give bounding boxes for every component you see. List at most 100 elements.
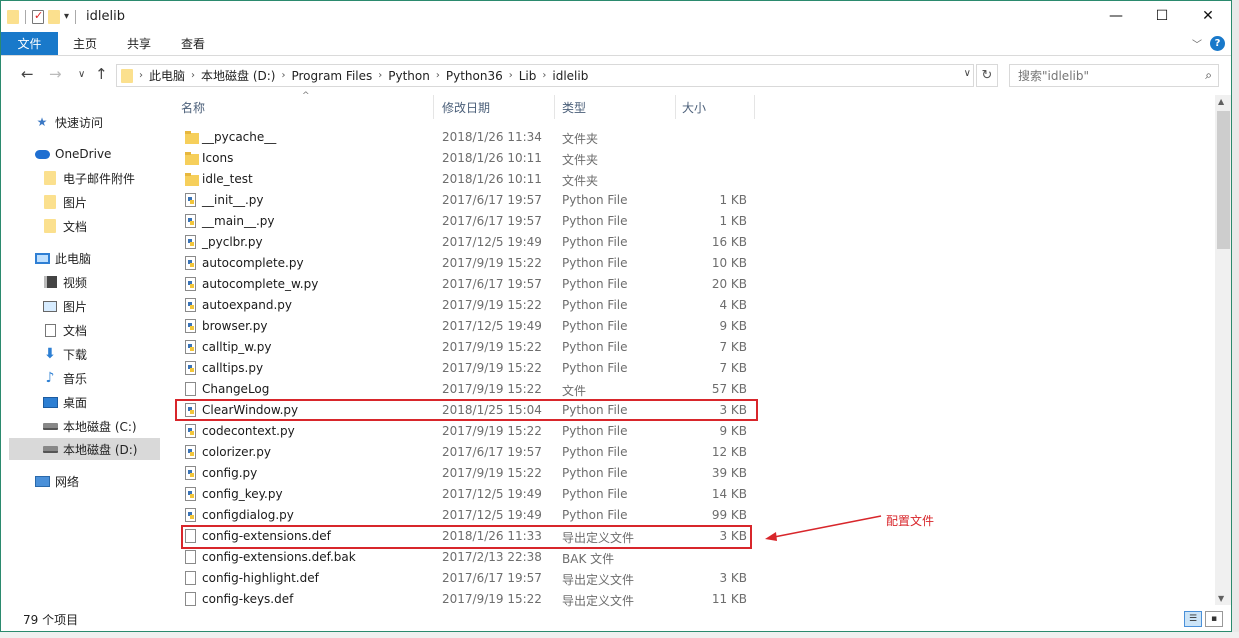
breadcrumb-drive-d[interactable]: 本地磁盘 (D:) bbox=[201, 67, 275, 84]
file-row[interactable]: configdialog.py 2017/12/5 19:49 Python Fil… bbox=[173, 505, 753, 526]
file-row[interactable]: _pyclbr.py 2017/12/5 19:49 Python File 16 K… bbox=[173, 232, 753, 253]
breadcrumb-idlelib[interactable]: idlelib bbox=[552, 69, 588, 83]
breadcrumb-python[interactable]: Python bbox=[388, 69, 430, 83]
file-row[interactable]: __pycache__ 2018/1/26 11:34 文件夹 bbox=[173, 127, 753, 148]
column-header-name[interactable]: 名称 bbox=[181, 95, 431, 119]
python-file-icon bbox=[185, 256, 196, 270]
new-folder-icon[interactable] bbox=[48, 9, 60, 24]
nav-onedrive-documents[interactable]: 文档 bbox=[42, 215, 87, 237]
file-row[interactable]: __init__.py 2017/6/17 19:57 Python File 1 K… bbox=[173, 190, 753, 211]
file-row[interactable]: autoexpand.py 2017/9/19 15:22 Python File 4… bbox=[173, 295, 753, 316]
breadcrumb-python36[interactable]: Python36 bbox=[446, 69, 503, 83]
breadcrumb-separator[interactable]: › bbox=[436, 70, 440, 81]
file-row[interactable]: Icons 2018/1/26 10:11 文件夹 bbox=[173, 148, 753, 169]
back-arrow-icon[interactable]: ← bbox=[21, 65, 34, 83]
recent-locations-icon[interactable]: ∨ bbox=[78, 69, 85, 80]
nav-music[interactable]: ♪ 音乐 bbox=[42, 367, 87, 389]
nav-email-attachments[interactable]: 电子邮件附件 bbox=[42, 167, 135, 189]
item-count: 79 个项目 bbox=[23, 612, 79, 627]
file-row[interactable]: browser.py 2017/12/5 19:49 Python File 9 KB bbox=[173, 316, 753, 337]
vertical-scrollbar[interactable]: ▲ ▼ bbox=[1215, 95, 1231, 605]
column-divider[interactable] bbox=[675, 95, 676, 119]
search-box[interactable]: ⌕ bbox=[1009, 64, 1219, 87]
nav-drive-d[interactable]: 本地磁盘 (D:) bbox=[9, 438, 160, 460]
forward-arrow-icon[interactable]: → bbox=[49, 65, 62, 83]
column-header-size[interactable]: 大小 bbox=[682, 95, 752, 119]
close-button[interactable]: ✕ bbox=[1185, 1, 1231, 31]
properties-icon[interactable] bbox=[32, 9, 44, 24]
column-divider[interactable] bbox=[554, 95, 555, 119]
tab-file[interactable]: 文件 bbox=[1, 32, 58, 55]
minimize-button[interactable]: — bbox=[1093, 1, 1139, 31]
file-type: Python File bbox=[562, 508, 628, 522]
search-icon[interactable]: ⌕ bbox=[1205, 68, 1212, 83]
up-arrow-icon[interactable]: ↑ bbox=[95, 65, 108, 83]
chevron-down-icon[interactable]: ∨ bbox=[964, 68, 971, 79]
column-divider[interactable] bbox=[754, 95, 755, 119]
nav-desktop[interactable]: 桌面 bbox=[42, 391, 87, 413]
expand-ribbon-icon[interactable]: ﹀ bbox=[1192, 36, 1202, 51]
file-row[interactable]: config_key.py 2017/12/5 19:49 Python File 1… bbox=[173, 484, 753, 505]
breadcrumb-lib[interactable]: Lib bbox=[519, 69, 537, 83]
file-row[interactable]: idle_test 2018/1/26 10:11 文件夹 bbox=[173, 169, 753, 190]
breadcrumb-program-files[interactable]: Program Files bbox=[291, 69, 372, 83]
nav-drive-c[interactable]: 本地磁盘 (C:) bbox=[42, 415, 137, 437]
file-row[interactable]: ChangeLog 2017/9/19 15:22 文件 57 KB bbox=[173, 379, 753, 400]
nav-this-pc[interactable]: 此电脑 bbox=[34, 247, 91, 269]
breadcrumb-separator[interactable]: › bbox=[378, 70, 382, 81]
column-header-type[interactable]: 类型 bbox=[562, 95, 672, 119]
address-bar[interactable]: › 此电脑 › 本地磁盘 (D:) › Program Files › Pyth… bbox=[116, 64, 974, 87]
nav-network[interactable]: 网络 bbox=[34, 470, 79, 492]
file-row[interactable]: codecontext.py 2017/9/19 15:22 Python File… bbox=[173, 421, 753, 442]
nav-videos[interactable]: 视频 bbox=[42, 271, 87, 293]
nav-documents[interactable]: 文档 bbox=[42, 319, 87, 341]
breadcrumb-separator[interactable]: › bbox=[281, 70, 285, 81]
maximize-button[interactable]: ☐ bbox=[1139, 1, 1185, 31]
file-type: Python File bbox=[562, 256, 628, 270]
breadcrumb-separator[interactable]: › bbox=[509, 70, 513, 81]
nav-pictures[interactable]: 图片 bbox=[42, 295, 87, 317]
file-list: ^ 名称 修改日期 类型 大小 __pycache__ 2018/1/26 11:… bbox=[162, 91, 1215, 608]
file-type: 导出定义文件 bbox=[562, 573, 635, 587]
large-icons-view-icon[interactable]: ▪ bbox=[1205, 611, 1223, 627]
column-divider[interactable] bbox=[433, 95, 434, 119]
nav-onedrive-pictures[interactable]: 图片 bbox=[42, 191, 87, 213]
details-view-icon[interactable]: ☰ bbox=[1184, 611, 1202, 627]
tab-home[interactable]: 主页 bbox=[58, 32, 112, 55]
file-row[interactable]: calltips.py 2017/9/19 15:22 Python File 7 K… bbox=[173, 358, 753, 379]
file-name: config_key.py bbox=[202, 487, 283, 501]
file-row[interactable]: config-extensions.def.bak 2017/2/13 22:38… bbox=[173, 547, 753, 568]
file-row[interactable]: autocomplete_w.py 2017/6/17 19:57 Python F… bbox=[173, 274, 753, 295]
file-row[interactable]: ClearWindow.py 2018/1/25 15:04 Python File… bbox=[173, 400, 753, 421]
python-file-icon bbox=[185, 445, 196, 459]
file-row[interactable]: __main__.py 2017/6/17 19:57 Python File 1 K… bbox=[173, 211, 753, 232]
file-type: BAK 文件 bbox=[562, 552, 615, 566]
breadcrumb-this-pc[interactable]: 此电脑 bbox=[149, 67, 185, 84]
nav-quick-access[interactable]: ★ 快速访问 bbox=[34, 111, 103, 133]
file-size: 14 KB bbox=[711, 487, 747, 501]
breadcrumb-separator[interactable]: › bbox=[139, 70, 143, 81]
nav-downloads[interactable]: ⬇ 下载 bbox=[42, 343, 87, 365]
refresh-button[interactable]: ↻ bbox=[976, 64, 998, 87]
help-icon[interactable]: ? bbox=[1210, 36, 1225, 51]
column-header-date[interactable]: 修改日期 bbox=[442, 95, 552, 119]
tab-view[interactable]: 查看 bbox=[166, 32, 220, 55]
breadcrumb-separator[interactable]: › bbox=[191, 70, 195, 81]
file-row[interactable]: config.py 2017/9/19 15:22 Python File 39 KB bbox=[173, 463, 753, 484]
scrollbar-thumb[interactable] bbox=[1217, 111, 1230, 249]
download-icon: ⬇ bbox=[44, 346, 56, 362]
breadcrumb-separator[interactable]: › bbox=[542, 70, 546, 81]
file-row[interactable]: calltip_w.py 2017/9/19 15:22 Python File 7 … bbox=[173, 337, 753, 358]
tab-share[interactable]: 共享 bbox=[112, 32, 166, 55]
scroll-up-icon[interactable]: ▲ bbox=[1218, 97, 1224, 106]
file-row[interactable]: config-extensions.def 2018/1/26 11:33 导出定义… bbox=[173, 526, 753, 547]
file-row[interactable]: config-highlight.def 2017/6/17 19:57 导出定义文… bbox=[173, 568, 753, 589]
scroll-down-icon[interactable]: ▼ bbox=[1218, 594, 1224, 603]
search-input[interactable] bbox=[1018, 68, 1188, 83]
customize-toolbar-icon[interactable]: ▾ bbox=[64, 11, 69, 22]
file-row[interactable]: colorizer.py 2017/6/17 19:57 Python File 12… bbox=[173, 442, 753, 463]
nav-onedrive[interactable]: OneDrive bbox=[34, 143, 111, 165]
file-size: 7 KB bbox=[719, 340, 747, 354]
file-row[interactable]: autocomplete.py 2017/9/19 15:22 Python Fil… bbox=[173, 253, 753, 274]
folder-icon bbox=[7, 9, 19, 24]
